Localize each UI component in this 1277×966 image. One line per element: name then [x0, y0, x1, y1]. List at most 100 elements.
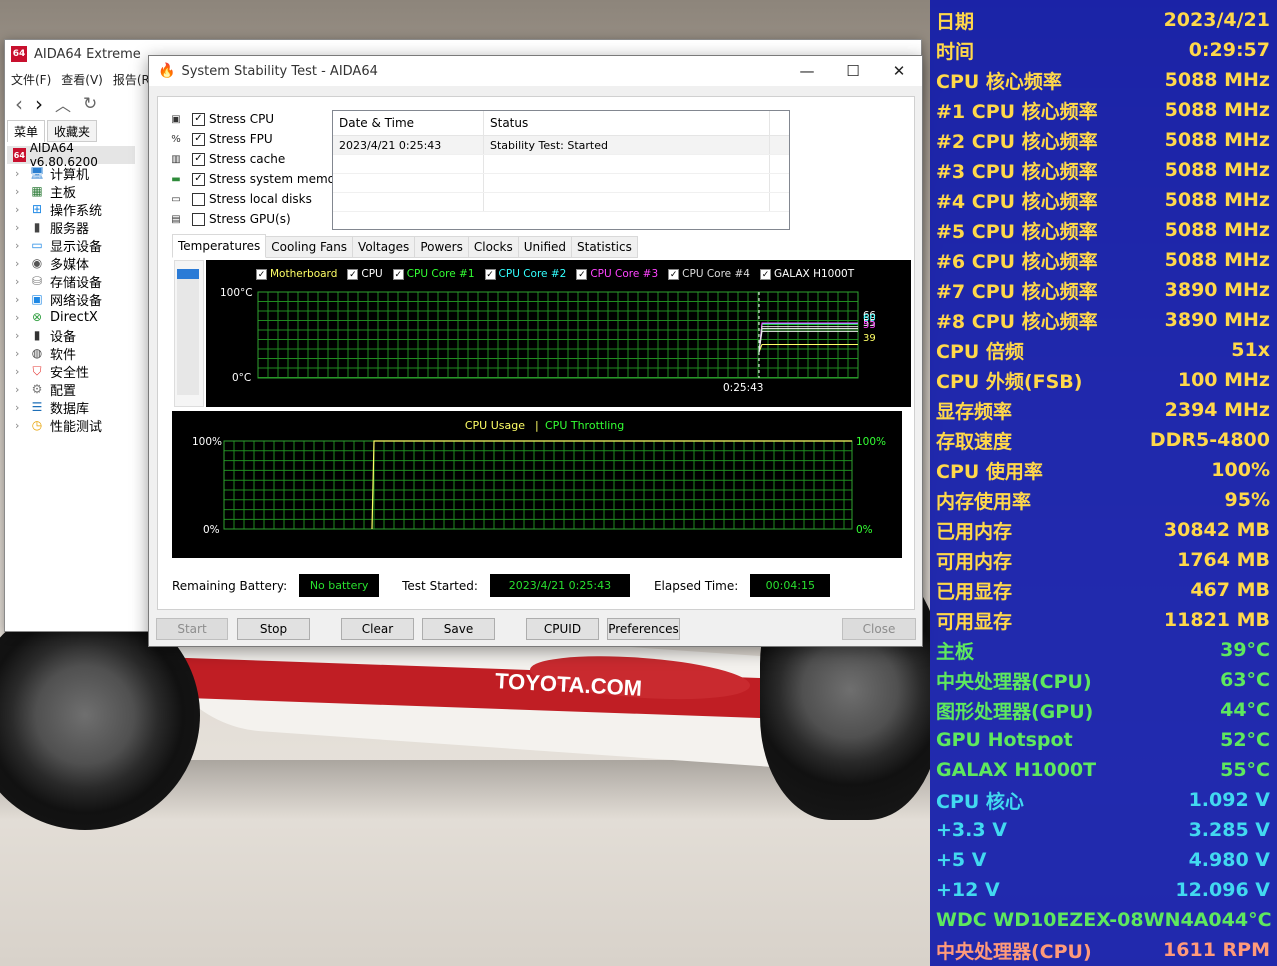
stress-checkbox[interactable]: ✓ — [192, 152, 205, 166]
maximize-icon[interactable]: ☐ — [830, 56, 876, 86]
osd-value: 12.096 V — [1175, 879, 1270, 901]
osd-label: #2 CPU 核心频率 — [936, 130, 1098, 153]
osd-label: CPU 核心 — [936, 790, 1024, 813]
tab-temperatures[interactable]: Temperatures — [172, 234, 267, 258]
chevron-right-icon[interactable]: › — [15, 401, 29, 414]
chevron-right-icon[interactable]: › — [15, 167, 29, 180]
stress-option[interactable]: ▬ ✓ Stress system memory — [168, 169, 347, 189]
stress-option[interactable]: ▤ Stress GPU(s) — [168, 209, 347, 229]
scroll-track — [177, 279, 199, 395]
menu-view[interactable]: 查看(V) — [61, 71, 103, 88]
osd-row: 已用显存 467 MB — [930, 575, 1277, 605]
tree-root[interactable]: 64 AIDA64 v6.80.6200 — [7, 141, 135, 169]
tree-item-label: 多媒体 — [50, 257, 90, 273]
close-button[interactable]: Close — [842, 618, 916, 640]
osd-row: #3 CPU 核心频率 5088 MHz — [930, 155, 1277, 185]
tab-favorites[interactable]: 收藏夹 — [47, 120, 98, 142]
osd-row: #8 CPU 核心频率 3890 MHz — [930, 305, 1277, 335]
chevron-right-icon[interactable]: › — [15, 239, 29, 252]
menu-report[interactable]: 报告(R — [113, 71, 150, 88]
stress-option[interactable]: ▣ ✓ Stress CPU — [168, 109, 347, 129]
tab-unified[interactable]: Unified — [518, 236, 572, 258]
stress-option[interactable]: ▥ ✓ Stress cache — [168, 149, 347, 169]
chevron-right-icon[interactable]: › — [15, 293, 29, 306]
tree-item-label: 存储设备 — [50, 275, 103, 291]
chevron-right-icon[interactable]: › — [15, 221, 29, 234]
elapsed-label: Elapsed Time: — [653, 578, 739, 593]
osd-value: 5088 MHz — [1164, 219, 1270, 241]
stress-checkbox[interactable]: ✓ — [192, 112, 205, 126]
battery-label: Remaining Battery: — [172, 578, 288, 593]
save-button[interactable]: Save — [422, 618, 495, 640]
config-icon: ⚙ — [31, 382, 43, 396]
stress-option[interactable]: % ✓ Stress FPU — [168, 129, 347, 149]
minimize-icon[interactable]: — — [784, 56, 830, 86]
up-icon[interactable]: ︿ — [55, 92, 71, 116]
start-button[interactable]: Start — [156, 618, 228, 640]
scroll-thumb[interactable] — [177, 269, 199, 279]
disk-icon: ▭ — [171, 193, 181, 205]
temperature-plot: 100°C0°C0:25:436660555339 — [220, 287, 876, 394]
osd-row: 显存频率 2394 MHz — [930, 395, 1277, 425]
y-axis-max-label: 100°C — [220, 287, 253, 299]
chevron-right-icon[interactable]: › — [15, 419, 29, 432]
stress-checkbox[interactable]: ✓ — [192, 172, 205, 186]
refresh-icon[interactable]: ↻ — [83, 94, 97, 114]
osd-label: 时间 — [936, 40, 975, 63]
chevron-right-icon[interactable]: › — [15, 275, 29, 288]
menu-file[interactable]: 文件(F) — [11, 71, 51, 88]
clear-button[interactable]: Clear — [341, 618, 414, 640]
series-end-label: 39 — [863, 333, 876, 344]
chevron-right-icon[interactable]: › — [15, 347, 29, 360]
stress-checkbox[interactable] — [192, 212, 205, 226]
col-date-time[interactable]: Date & Time — [333, 111, 484, 135]
chevron-right-icon[interactable]: › — [15, 383, 29, 396]
chevron-right-icon[interactable]: › — [15, 185, 29, 198]
osd-value: 3.285 V — [1188, 819, 1270, 841]
flame-icon: 🔥 — [158, 63, 176, 79]
osd-row: 内存使用率 95% — [930, 485, 1277, 515]
right-axis-max-label: 100% — [856, 436, 886, 448]
chevron-right-icon[interactable]: › — [15, 329, 29, 342]
osd-row: CPU 使用率 100% — [930, 455, 1277, 485]
chevron-right-icon[interactable]: › — [15, 257, 29, 270]
osd-row: GALAX H1000T 55°C — [930, 755, 1277, 785]
stress-checkbox[interactable]: ✓ — [192, 132, 205, 146]
osd-label: #5 CPU 核心频率 — [936, 220, 1098, 243]
tab-cooling-fans[interactable]: Cooling Fans — [266, 236, 354, 258]
graph-scrollbar[interactable] — [174, 260, 204, 407]
table-row[interactable]: 2023/4/21 0:25:43 Stability Test: Starte… — [333, 136, 789, 155]
chevron-right-icon[interactable]: › — [15, 311, 29, 324]
tab-voltages[interactable]: Voltages — [353, 236, 416, 258]
chevron-right-icon[interactable]: › — [15, 203, 29, 216]
close-icon[interactable]: ✕ — [876, 56, 922, 86]
forward-icon[interactable]: › — [35, 92, 43, 116]
graph-tabs: Temperatures Cooling Fans Voltages Powers Cl… — [172, 234, 638, 258]
log-table[interactable]: Date & Time Status 2023/4/21 0:25:43 Sta… — [332, 110, 790, 230]
stress-option-label: Stress system memory — [209, 172, 348, 186]
stress-option[interactable]: ▭ Stress local disks — [168, 189, 347, 209]
back-icon[interactable]: ‹ — [15, 92, 23, 116]
osd-value: 39°C — [1220, 639, 1270, 661]
col-status[interactable]: Status — [484, 111, 770, 135]
osd-value: 52°C — [1220, 729, 1270, 751]
tree-item-label: 网络设备 — [50, 293, 103, 309]
tab-statistics[interactable]: Statistics — [572, 236, 638, 258]
osd-value: 1611 RPM — [1163, 939, 1270, 961]
stress-checkbox[interactable] — [192, 192, 205, 206]
preferences-button[interactable]: Preferences — [607, 618, 680, 640]
osd-value: 1.092 V — [1188, 789, 1270, 811]
tree-item-label: 软件 — [50, 347, 77, 363]
chevron-right-icon[interactable]: › — [15, 365, 29, 378]
tab-clocks[interactable]: Clocks — [468, 236, 519, 258]
cpuid-button[interactable]: CPUID — [526, 618, 599, 640]
gpu-icon: ▤ — [171, 213, 181, 225]
tab-menu[interactable]: 菜单 — [7, 120, 46, 142]
temperature-graph: ✓ Motherboard ✓ CPU ✓ CPU Core #1 ✓ CPU Core #2… — [206, 260, 911, 407]
tab-powers[interactable]: Powers — [415, 236, 469, 258]
tree-item-label: 计算机 — [50, 167, 90, 183]
stop-button[interactable]: Stop — [237, 618, 310, 640]
stress-option-label: Stress GPU(s) — [209, 212, 291, 226]
tree-item-label: 安全性 — [50, 365, 90, 381]
osd-row: GPU Hotspot 52°C — [930, 725, 1277, 755]
